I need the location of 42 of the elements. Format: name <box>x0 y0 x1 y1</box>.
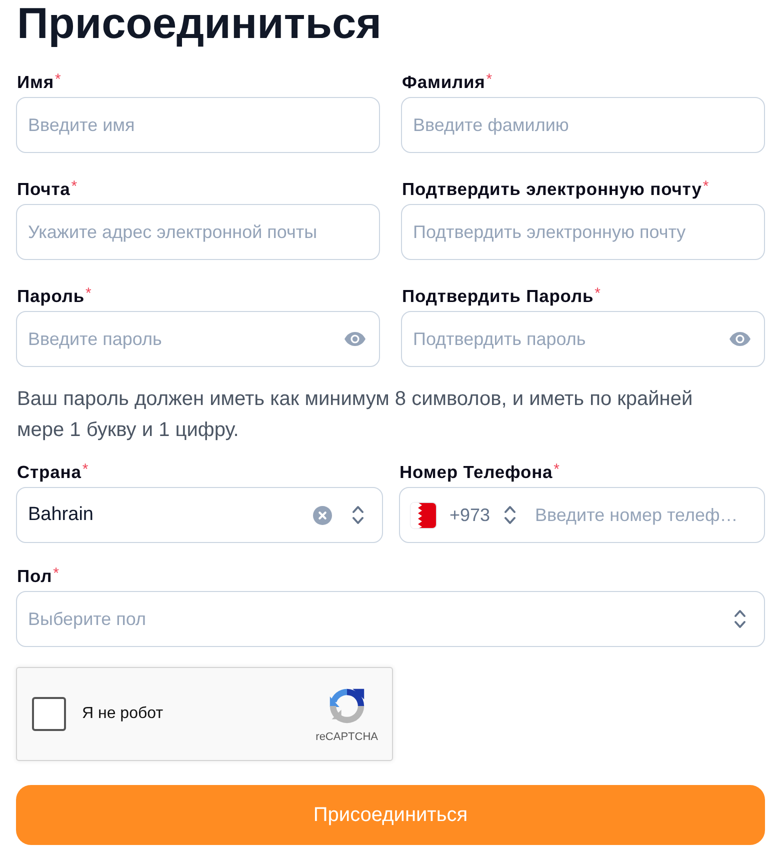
phone-field[interactable]: +973 Введите номер телеф… <box>398 487 765 543</box>
required-mark: * <box>82 462 88 478</box>
field-label: Пароль <box>17 286 85 306</box>
required-mark: * <box>86 286 92 302</box>
clear-icon[interactable] <box>312 506 332 524</box>
input-field[interactable]: Введите фамилию <box>401 97 765 153</box>
field-label: Имя <box>17 72 54 92</box>
page-title: Присоединиться <box>16 0 382 48</box>
field-label: Почта <box>17 179 70 199</box>
eye-icon[interactable] <box>344 332 366 346</box>
required-mark: * <box>594 286 600 302</box>
field-label: Подтвердить Пароль <box>402 286 594 306</box>
select-field[interactable]: Выберите пол <box>16 591 765 647</box>
input-field[interactable]: Подтвердить электронную почту <box>401 204 765 260</box>
required-mark: * <box>554 462 560 478</box>
eye-icon[interactable] <box>729 332 751 346</box>
required-mark: * <box>71 179 78 195</box>
country-code[interactable]: +973 <box>450 504 490 526</box>
required-mark: * <box>486 72 492 88</box>
field-label: Подтвердить электронную почту <box>402 179 702 199</box>
input-field[interactable]: Введите имя <box>16 97 380 153</box>
required-mark: * <box>702 179 709 195</box>
submit-button[interactable]: Присоединиться <box>16 785 765 845</box>
password-hint: Ваш пароль должен иметь как минимум 8 символов, и иметь по крайней мере 1 букву и 1 цифру. <box>17 387 694 443</box>
field-label: Пол <box>17 566 52 586</box>
refresh-arrows-icon <box>328 687 366 725</box>
field-label: Номер Телефона <box>400 462 553 482</box>
flag-icon <box>410 502 436 528</box>
updown-chevron-icon[interactable] <box>734 608 746 630</box>
field-label: Фамилия <box>402 72 486 92</box>
required-mark: * <box>54 72 61 88</box>
password-field[interactable]: Подтвердить пароль <box>401 311 765 367</box>
captcha-label: Я не робот <box>82 705 164 723</box>
input-field[interactable]: Укажите адрес электронной почты <box>16 204 380 260</box>
password-field[interactable]: Введите пароль <box>16 311 380 367</box>
captcha-brand-text: reCAPTCHA <box>316 731 378 743</box>
updown-chevron-icon[interactable] <box>504 504 516 526</box>
captcha-checkbox[interactable] <box>32 697 66 731</box>
field-label: Страна <box>17 462 82 482</box>
updown-chevron-icon[interactable] <box>352 504 364 526</box>
required-mark: * <box>53 566 59 582</box>
country-select[interactable]: Bahrain <box>16 487 382 543</box>
